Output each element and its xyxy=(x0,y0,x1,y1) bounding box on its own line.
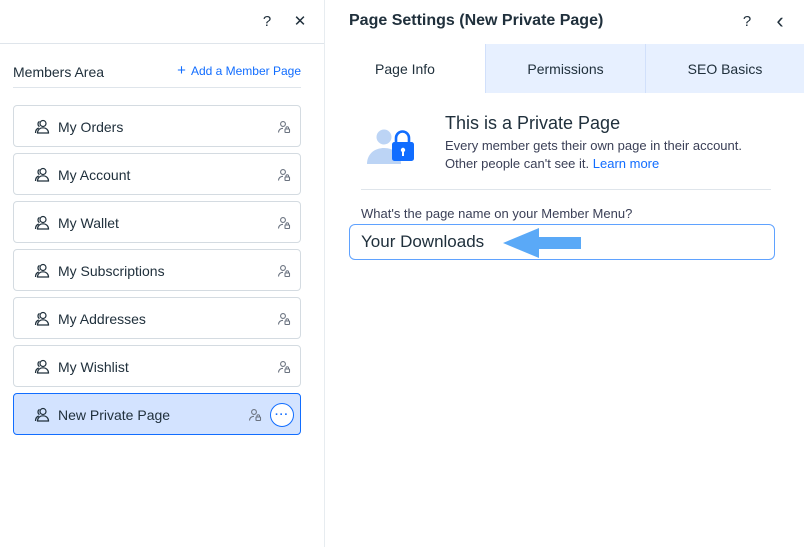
help-icon[interactable]: ? xyxy=(256,10,278,32)
members-area-header: Members Area + Add a Member Page xyxy=(13,56,301,88)
members-area-panel: ? ✕ Members Area + Add a Member Page My … xyxy=(0,0,324,547)
close-icon[interactable]: ✕ xyxy=(289,10,311,32)
tab-seo-basics[interactable]: SEO Basics xyxy=(645,44,804,93)
page-item-label: My Wishlist xyxy=(58,359,129,375)
page-item-label: My Subscriptions xyxy=(58,263,165,279)
members-icon xyxy=(34,119,50,134)
person-lock-icon xyxy=(277,169,291,182)
members-icon xyxy=(34,167,50,182)
person-lock-icon xyxy=(277,361,291,374)
chevron-left-icon[interactable]: ‹ xyxy=(769,8,791,33)
add-member-page-button[interactable]: + Add a Member Page xyxy=(177,62,301,79)
tab-page-info[interactable]: Page Info xyxy=(325,44,485,93)
private-page-lock-illustration xyxy=(367,129,414,164)
person-lock-icon xyxy=(277,313,291,326)
learn-more-link[interactable]: Learn more xyxy=(593,156,659,171)
member-page-item-selected[interactable]: New Private Page ··· xyxy=(13,393,301,435)
person-lock-icon xyxy=(277,121,291,134)
page-item-label: New Private Page xyxy=(58,407,171,423)
page-item-label: My Wallet xyxy=(58,215,119,231)
member-page-item[interactable]: My Wallet xyxy=(13,201,301,243)
person-lock-icon xyxy=(248,409,262,422)
page-settings-panel: Page Settings (New Private Page) ? ‹ Pag… xyxy=(325,0,804,547)
member-page-item[interactable]: My Addresses xyxy=(13,297,301,339)
page-item-label: My Account xyxy=(58,167,131,183)
add-member-page-label: Add a Member Page xyxy=(190,64,301,78)
panel-title: Page Settings (New Private Page) xyxy=(349,12,604,29)
page-item-label: My Addresses xyxy=(58,311,146,327)
members-icon xyxy=(34,311,50,326)
private-page-info: This is a Private Page Every member gets… xyxy=(361,110,771,190)
settings-tabs: Page Info Permissions SEO Basics xyxy=(325,44,804,93)
member-page-item[interactable]: My Account xyxy=(13,153,301,195)
members-icon xyxy=(34,407,50,422)
tab-permissions[interactable]: Permissions xyxy=(485,44,645,93)
member-page-item[interactable]: My Orders xyxy=(13,105,301,147)
left-arrow-icon xyxy=(503,228,581,258)
private-page-title: This is a Private Page xyxy=(445,113,621,133)
person-lock-icon xyxy=(277,217,291,230)
left-panel-topbar: ? ✕ xyxy=(0,0,324,44)
page-settings-topbar: Page Settings (New Private Page) ? ‹ xyxy=(325,0,804,44)
section-title: Members Area xyxy=(13,64,105,80)
member-pages-list: My Orders My Account My Wallet My Subscr… xyxy=(13,105,301,441)
person-lock-icon xyxy=(277,265,291,278)
private-page-description: Every member gets their own page in thei… xyxy=(445,137,765,173)
help-icon[interactable]: ? xyxy=(736,10,758,32)
page-item-label: My Orders xyxy=(58,119,124,135)
member-page-item[interactable]: My Subscriptions xyxy=(13,249,301,291)
member-page-item[interactable]: My Wishlist xyxy=(13,345,301,387)
members-icon xyxy=(34,263,50,278)
members-icon xyxy=(34,215,50,230)
members-icon xyxy=(34,359,50,374)
plus-icon: + xyxy=(177,62,186,79)
more-actions-button[interactable]: ··· xyxy=(270,403,294,427)
page-name-label: What's the page name on your Member Menu… xyxy=(361,206,633,221)
